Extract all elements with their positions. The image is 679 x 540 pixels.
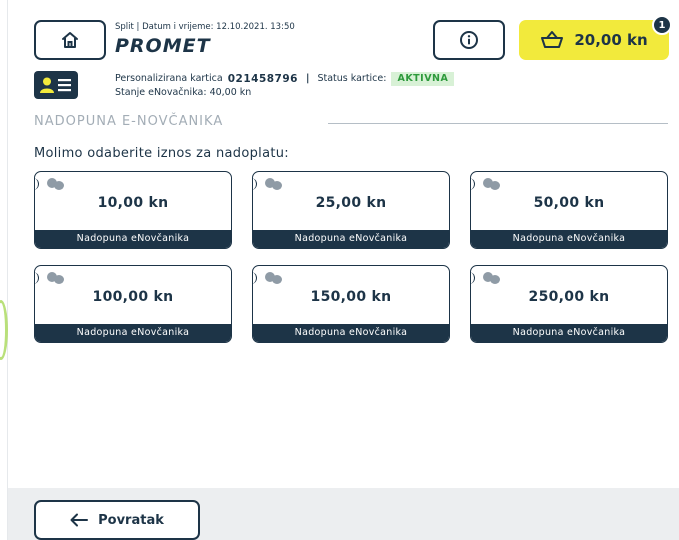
topup-tile-100[interactable]: 100,00 kn Nadopuna eNovčanika: [34, 265, 232, 343]
tile-notch: [253, 178, 257, 190]
info-button[interactable]: [433, 20, 505, 60]
promet-logo: PROMET: [115, 35, 211, 57]
user-card-icon: [34, 71, 78, 99]
tile-notch: [471, 272, 475, 284]
basket-icon: [541, 31, 564, 48]
brand-block: Split | Datum i vrijeme: 12.10.2021. 13:…: [115, 22, 295, 57]
tile-label: Nadopuna eNovčanika: [471, 230, 667, 248]
tile-amount: 250,00 kn: [528, 289, 610, 305]
tile-label: Nadopuna eNovčanika: [35, 324, 231, 342]
tile-label: Nadopuna eNovčanika: [253, 230, 449, 248]
section-divider: [328, 123, 668, 124]
arrow-left-icon: [70, 513, 89, 527]
tile-label: Nadopuna eNovčanika: [35, 230, 231, 248]
tile-amount: 25,00 kn: [315, 195, 387, 211]
amount-prompt: Molimo odaberite iznos za nadoplatu:: [34, 146, 289, 161]
section-title: NADOPUNA E-NOVČANIKA: [34, 114, 224, 129]
home-icon: [62, 32, 78, 48]
tile-notch: [471, 178, 475, 190]
coins-icon: [41, 271, 65, 285]
topup-tile-25[interactable]: 25,00 kn Nadopuna eNovčanika: [252, 171, 450, 249]
tile-amount: 150,00 kn: [310, 289, 392, 305]
back-button[interactable]: Povratak: [34, 500, 200, 540]
tile-notch: [253, 272, 257, 284]
cart-count-badge: 1: [652, 15, 672, 35]
app-frame: Split | Datum i vrijeme: 12.10.2021. 13:…: [8, 0, 679, 540]
tile-amount: 50,00 kn: [533, 195, 605, 211]
left-edge: [0, 0, 8, 540]
coins-icon: [477, 177, 501, 191]
info-icon: [460, 31, 478, 49]
coins-icon: [477, 271, 501, 285]
coins-icon: [259, 271, 283, 285]
cart-button[interactable]: 20,00 kn: [519, 20, 669, 60]
coins-icon: [259, 177, 283, 191]
card-info: Personalizirana kartica 021458796 | Stat…: [115, 72, 455, 100]
tile-notch: [35, 272, 39, 284]
card-type: Personalizirana kartica: [115, 73, 223, 84]
topup-tile-150[interactable]: 150,00 kn Nadopuna eNovčanika: [252, 265, 450, 343]
cart-total: 20,00 kn: [574, 31, 648, 49]
back-label: Povratak: [98, 512, 164, 528]
tile-amount: 10,00 kn: [97, 195, 169, 211]
status-label: Status kartice:: [317, 73, 387, 84]
status-badge: AKTIVNA: [391, 72, 455, 86]
tile-label: Nadopuna eNovčanika: [253, 324, 449, 342]
location-datetime: Split | Datum i vrijeme: 12.10.2021. 13:…: [115, 22, 295, 32]
home-button[interactable]: [34, 20, 106, 60]
tile-label: Nadopuna eNovčanika: [471, 324, 667, 342]
card-number: 021458796: [227, 73, 298, 85]
wallet-balance: Stanje eNovačnika: 40,00 kn: [115, 87, 252, 98]
topup-tile-250[interactable]: 250,00 kn Nadopuna eNovčanika: [470, 265, 668, 343]
topup-tile-10[interactable]: 10,00 kn Nadopuna eNovčanika: [34, 171, 232, 249]
card-separator: |: [305, 73, 310, 84]
tile-amount: 100,00 kn: [92, 289, 174, 305]
tile-notch: [35, 178, 39, 190]
coins-icon: [41, 177, 65, 191]
topup-tile-50[interactable]: 50,00 kn Nadopuna eNovčanika: [470, 171, 668, 249]
